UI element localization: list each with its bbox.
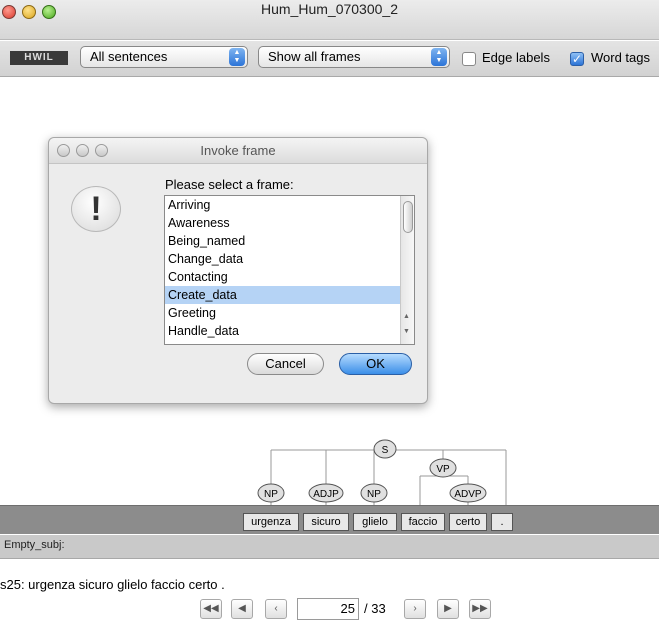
frame-list-item-selected[interactable]: Create_data [165, 286, 414, 304]
dialog-title: Invoke frame [200, 143, 276, 158]
exclamation-alert-icon: ! [71, 186, 121, 232]
step-forward-button[interactable]: › [404, 599, 426, 619]
step-back-icon: ‹ [274, 603, 278, 614]
frame-list-item[interactable]: Arriving [165, 196, 414, 214]
tree-node-label: ADJP [313, 489, 339, 500]
frame-filter-select[interactable]: Show all frames ▲ ▼ [258, 46, 450, 68]
tree-node-np[interactable]: NP [257, 483, 285, 503]
word-token[interactable]: certo [449, 513, 487, 531]
scroll-down-arrow-icon[interactable]: ▼ [403, 328, 410, 335]
tree-node-s[interactable]: S [373, 439, 397, 459]
next-icon: ▶ [444, 603, 452, 614]
word-token[interactable]: urgenza [243, 513, 299, 531]
first-sentence-button[interactable]: ◀◀ [200, 599, 222, 619]
sentence-text: s25: urgenza sicuro glielo faccio certo … [0, 577, 225, 592]
last-icon: ▶▶ [472, 603, 488, 614]
tree-node-label: S [382, 445, 389, 456]
tree-node-label: VP [436, 464, 450, 475]
step-forward-icon: › [413, 603, 417, 614]
word-token[interactable]: glielo [353, 513, 397, 531]
tree-node-np[interactable]: NP [360, 483, 388, 503]
previous-sentence-button[interactable]: ◀ [231, 599, 253, 619]
tree-node-adjp[interactable]: ADJP [308, 483, 344, 503]
word-tags-label: Word tags [591, 50, 651, 65]
sentence-filter-value: All sentences [90, 49, 168, 64]
frame-list-item[interactable]: Greeting [165, 304, 414, 322]
frame-list-item[interactable]: Awareness [165, 214, 414, 232]
word-token[interactable]: . [491, 513, 513, 531]
invoke-frame-dialog: Invoke frame ! Please select a frame: Ar… [48, 137, 428, 404]
frame-list-item[interactable]: Handle_data [165, 322, 414, 340]
empty-subj-label: Empty_subj: [4, 539, 65, 551]
tree-node-label: NP [367, 489, 381, 500]
scroll-up-arrow-icon[interactable]: ▲ [403, 313, 410, 320]
sentence-number-input[interactable]: 25 [297, 598, 359, 620]
frame-filter-value: Show all frames [268, 49, 361, 64]
word-token[interactable]: faccio [401, 513, 445, 531]
frame-list-scrollbar[interactable]: ▲ ▼ [400, 196, 414, 344]
slot-bar: Empty_subj: [0, 535, 659, 559]
tree-node-advp[interactable]: ADVP [449, 483, 487, 503]
frame-list-item[interactable]: Change_data [165, 250, 414, 268]
window-title: Hum_Hum_070300_2 [261, 1, 398, 17]
frame-list-item[interactable]: Contacting [165, 268, 414, 286]
edge-labels-label: Edge labels [482, 50, 550, 65]
syntax-tree: S NP ADJP NP VP ADVP [257, 439, 507, 505]
word-tags-checkbox[interactable]: ✓ [570, 52, 584, 66]
word-token[interactable]: sicuro [303, 513, 349, 531]
scrollbar-thumb[interactable] [403, 201, 413, 233]
select-arrows-icon: ▲ ▼ [431, 48, 447, 66]
sentence-filter-select[interactable]: All sentences ▲ ▼ [80, 46, 248, 68]
tree-node-vp[interactable]: VP [429, 458, 457, 478]
ok-button[interactable]: OK [339, 353, 412, 375]
previous-icon: ◀ [238, 603, 246, 614]
next-sentence-button[interactable]: ▶ [437, 599, 459, 619]
tree-node-label: NP [264, 489, 278, 500]
first-icon: ◀◀ [203, 603, 219, 614]
window-titlebar: Hum_Hum_070300_2 [0, 0, 659, 40]
select-arrows-icon: ▲ ▼ [229, 48, 245, 66]
frame-list[interactable]: Arriving Awareness Being_named Change_da… [164, 195, 415, 345]
toolbar: HWIL All sentences ▲ ▼ Show all frames ▲ ▼… [0, 41, 659, 77]
last-sentence-button[interactable]: ▶▶ [469, 599, 491, 619]
word-tag-bar: urgenza sicuro glielo faccio certo . [0, 505, 659, 534]
frame-list-item[interactable]: Being_named [165, 232, 414, 250]
sentence-total: / 33 [364, 601, 386, 616]
dialog-titlebar: Invoke frame [49, 138, 427, 164]
tree-node-label: ADVP [454, 489, 482, 500]
step-back-button[interactable]: ‹ [265, 599, 287, 619]
dialog-prompt: Please select a frame: [165, 177, 294, 192]
edge-labels-checkbox[interactable] [462, 52, 476, 66]
app-logo: HWIL [10, 51, 68, 65]
cancel-button[interactable]: Cancel [247, 353, 324, 375]
